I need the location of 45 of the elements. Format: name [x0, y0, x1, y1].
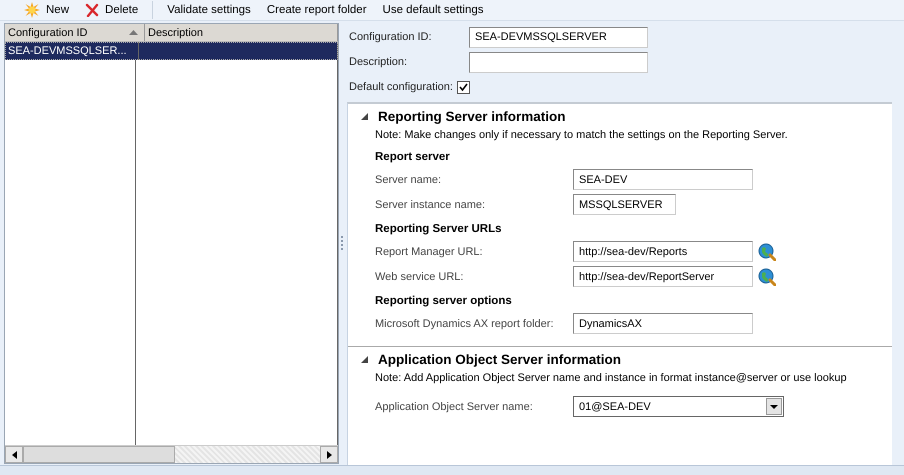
delete-x-icon — [85, 3, 100, 17]
right-arrow-icon — [326, 450, 332, 458]
group-title: Report server — [375, 151, 451, 163]
delete-button[interactable]: Delete — [79, 1, 144, 19]
group-title: Reporting Server URLs — [375, 223, 503, 235]
input-field[interactable]: http://sea-dev/Reports — [573, 241, 753, 262]
field-label: Server name: — [375, 174, 442, 186]
checkbox[interactable] — [456, 80, 470, 94]
field-label: Configuration ID: — [349, 31, 433, 43]
input-field[interactable]: MSSQLSERVER — [573, 194, 676, 215]
input-field[interactable]: DynamicsAX — [573, 313, 753, 334]
section-title: Application Object Server information — [378, 352, 622, 366]
dropdown-arrow-icon — [770, 404, 778, 408]
note-text: Note: Add Application Object Server name and instance in format instance@server or use lookup — [375, 371, 848, 386]
column-header[interactable]: Description — [145, 24, 338, 41]
star-burst-icon — [24, 2, 40, 18]
collapse-triangle-icon[interactable] — [361, 112, 368, 120]
field-label: Web service URL: — [375, 270, 464, 282]
section-title: Reporting Server information — [378, 108, 566, 124]
field-label: Default configuration: — [349, 81, 453, 93]
field-label: Microsoft Dynamics AX report folder: — [375, 318, 555, 330]
left-arrow-icon — [12, 450, 16, 458]
new-button[interactable]: New — [18, 1, 76, 19]
table-cell: SEA-DEVMSSQLSER... — [8, 45, 127, 57]
toolbar-button[interactable]: Create report folder — [260, 1, 373, 19]
toolbar-button[interactable]: Use default settings — [376, 1, 490, 19]
field-label: Report Manager URL: — [375, 246, 484, 258]
globe-search-icon[interactable] — [758, 268, 776, 286]
field-label: Description: — [349, 56, 408, 68]
note-text: Note: Make changes only if necessary to match the settings on the Reporting Server. — [375, 128, 789, 143]
group-title: Reporting server options — [375, 295, 513, 307]
field-label: Server instance name: — [375, 198, 486, 210]
combo-box[interactable]: 01@SEA-DEV — [573, 396, 784, 417]
input-field[interactable]: SEA-DEV — [573, 169, 753, 190]
toolbar-button[interactable]: Validate settings — [161, 1, 257, 19]
globe-search-icon[interactable] — [758, 242, 776, 260]
grid-row[interactable]: SEA-DEVMSSQLSER... — [5, 42, 338, 60]
input-field[interactable]: http://sea-dev/ReportServer — [573, 266, 753, 287]
horizontal-scrollbar[interactable] — [5, 445, 338, 463]
input-field[interactable]: SEA-DEVMSSQLSERVER — [469, 26, 648, 48]
input-field[interactable] — [469, 52, 648, 72]
field-label: Application Object Server name: — [375, 400, 534, 412]
collapse-triangle-icon[interactable] — [361, 356, 368, 362]
splitter-grip[interactable] — [341, 236, 345, 250]
column-header[interactable]: Configuration ID — [5, 24, 145, 41]
